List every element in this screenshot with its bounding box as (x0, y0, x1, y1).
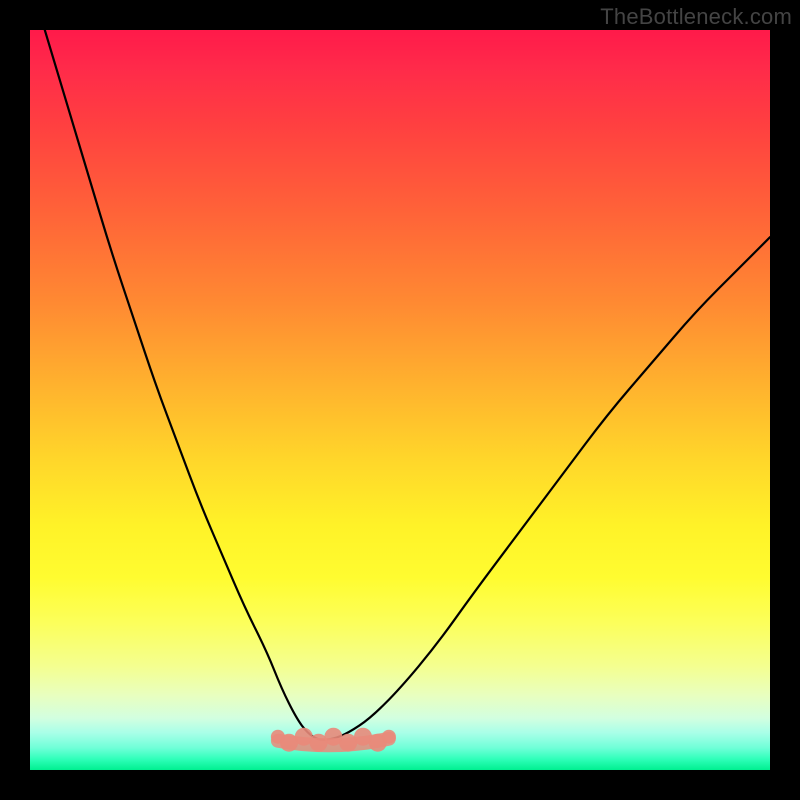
bottleneck-curve (45, 30, 770, 740)
plot-area (30, 30, 770, 770)
floor-markers (271, 728, 396, 752)
curve-layer (30, 30, 770, 770)
floor-marker (382, 730, 396, 744)
watermark-text: TheBottleneck.com (600, 4, 792, 30)
chart-frame: TheBottleneck.com (0, 0, 800, 800)
